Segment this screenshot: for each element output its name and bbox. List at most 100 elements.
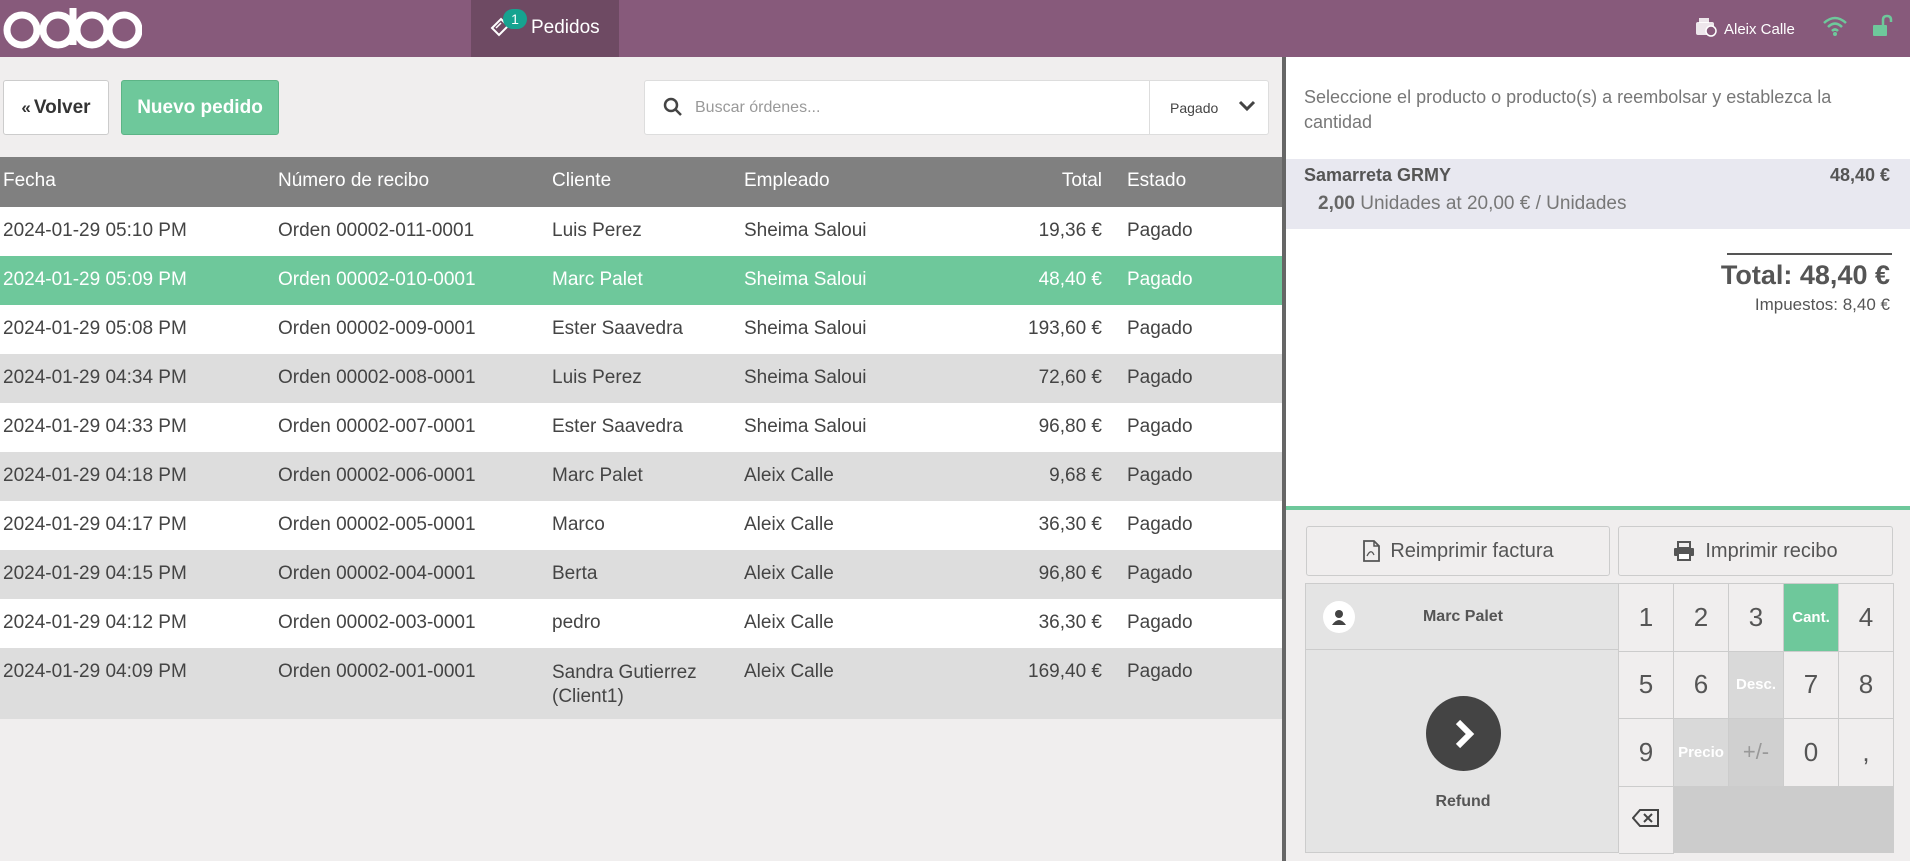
- cell-total: 48,40 €: [1038, 269, 1102, 290]
- chevron-right-icon: [1426, 696, 1501, 771]
- cell-estado: Pagado: [1127, 563, 1193, 584]
- customer-button[interactable]: Marc Palet: [1306, 584, 1620, 650]
- cell-estado: Pagado: [1127, 416, 1193, 437]
- wifi-icon[interactable]: [1822, 15, 1848, 42]
- cell-cliente: Luis Perez: [552, 367, 642, 388]
- back-button[interactable]: « Volver: [3, 80, 109, 135]
- cell-empleado: Sheima Saloui: [744, 367, 867, 388]
- cell-fecha: 2024-01-29 04:33 PM: [3, 416, 187, 437]
- cell-total: 193,60 €: [1028, 318, 1102, 339]
- cell-recibo: Orden 00002-008-0001: [278, 367, 476, 388]
- cell-cliente: Marc Palet: [552, 269, 643, 290]
- numpad-key-9[interactable]: 9: [1619, 719, 1674, 787]
- header-empleado: Empleado: [744, 170, 830, 191]
- cell-empleado: Aleix Calle: [744, 612, 834, 633]
- table-row[interactable]: 2024-01-29 04:33 PM Orden 00002-007-0001…: [0, 403, 1282, 452]
- cell-recibo: Orden 00002-006-0001: [278, 465, 476, 486]
- cell-empleado: Sheima Saloui: [744, 416, 867, 437]
- cell-empleado: Sheima Saloui: [744, 318, 867, 339]
- table-row[interactable]: 2024-01-29 04:15 PM Orden 00002-004-0001…: [0, 550, 1282, 599]
- cell-fecha: 2024-01-29 05:08 PM: [3, 318, 187, 339]
- cell-recibo: Orden 00002-011-0001: [278, 220, 475, 241]
- cell-estado: Pagado: [1127, 514, 1193, 535]
- numpad-key-2[interactable]: 2: [1674, 584, 1729, 652]
- cell-recibo: Orden 00002-001-0001: [278, 661, 476, 682]
- header-recibo: Número de recibo: [278, 170, 430, 191]
- cell-total: 9,68 €: [1049, 465, 1102, 486]
- chevron-down-icon: [1238, 99, 1256, 116]
- search-input[interactable]: [695, 93, 1115, 123]
- cell-total: 169,40 €: [1028, 661, 1102, 682]
- table-row[interactable]: 2024-01-29 05:08 PM Orden 00002-009-0001…: [0, 305, 1282, 354]
- reprint-invoice-button[interactable]: Reimprimir factura: [1306, 526, 1610, 576]
- backspace-key[interactable]: [1619, 786, 1674, 854]
- cell-recibo: Orden 00002-010-0001: [278, 269, 476, 290]
- print-receipt-button[interactable]: Imprimir recibo: [1618, 526, 1893, 576]
- table-header: Fecha Número de recibo Cliente Empleado …: [0, 157, 1282, 207]
- mode-price-button[interactable]: Precio: [1674, 719, 1729, 787]
- orderline-price: 48,40 €: [1829, 165, 1890, 185]
- cell-estado: Pagado: [1127, 465, 1193, 486]
- numpad-plus-minus[interactable]: +/-: [1729, 719, 1784, 787]
- orderline-product: Samarreta GRMY: [1304, 165, 1452, 185]
- numpad-key-4[interactable]: 4: [1839, 584, 1894, 652]
- cell-recibo: Orden 00002-007-0001: [278, 416, 476, 437]
- order-taxes: Impuestos: 8,40 €: [1754, 295, 1890, 314]
- cell-fecha: 2024-01-29 04:12 PM: [3, 612, 187, 633]
- table-row-selected[interactable]: 2024-01-29 05:09 PM Orden 00002-010-0001…: [0, 256, 1282, 305]
- refund-button[interactable]: Refund: [1306, 650, 1620, 852]
- orders-tab-label: Pedidos: [531, 17, 600, 38]
- cell-cliente: pedro: [552, 612, 601, 633]
- header-cliente: Cliente: [552, 170, 612, 191]
- table-row[interactable]: 2024-01-29 04:17 PM Orden 00002-005-0001…: [0, 501, 1282, 550]
- numpad-key-7[interactable]: 7: [1784, 651, 1839, 719]
- mode-quantity-button[interactable]: Cant.: [1784, 584, 1839, 652]
- cashier-selector[interactable]: Aleix Calle: [1694, 16, 1795, 42]
- search-icon: [663, 97, 683, 122]
- unlock-icon[interactable]: [1870, 14, 1894, 43]
- cashier-name: Aleix Calle: [1724, 20, 1795, 38]
- cell-estado: Pagado: [1127, 661, 1193, 682]
- control-panel: Reimprimir factura Imprimir recibo Marc …: [1286, 510, 1910, 861]
- cell-empleado: Aleix Calle: [744, 514, 834, 535]
- printer-icon: [1673, 541, 1695, 561]
- top-bar: 1 Pedidos Aleix Calle: [0, 0, 1910, 57]
- numpad-key-6[interactable]: 6: [1674, 651, 1729, 719]
- table-row[interactable]: 2024-01-29 04:34 PM Orden 00002-008-0001…: [0, 354, 1282, 403]
- cell-fecha: 2024-01-29 04:17 PM: [3, 514, 187, 535]
- cell-empleado: Sheima Saloui: [744, 269, 867, 290]
- cell-total: 96,80 €: [1038, 416, 1102, 437]
- cell-estado: Pagado: [1127, 318, 1193, 339]
- orders-table: Fecha Número de recibo Cliente Empleado …: [0, 157, 1282, 719]
- cell-empleado: Aleix Calle: [744, 563, 834, 584]
- cell-cliente: Sandra Gutierrez (Client1): [552, 662, 697, 707]
- customer-name: Marc Palet: [1422, 608, 1504, 625]
- refund-label: Refund: [1435, 793, 1491, 810]
- cell-estado: Pagado: [1127, 612, 1193, 633]
- new-order-button[interactable]: Nuevo pedido: [121, 80, 279, 135]
- table-row[interactable]: 2024-01-29 04:12 PM Orden 00002-003-0001…: [0, 599, 1282, 648]
- table-row[interactable]: 2024-01-29 04:09 PM Orden 00002-001-0001…: [0, 648, 1282, 719]
- cell-empleado: Sheima Saloui: [744, 220, 867, 241]
- numpad-key-1[interactable]: 1: [1619, 584, 1674, 652]
- numpad-key-8[interactable]: 8: [1839, 651, 1894, 719]
- numpad-key-comma[interactable]: ,: [1839, 719, 1894, 787]
- orders-tab[interactable]: 1 Pedidos: [471, 0, 619, 57]
- table-row[interactable]: 2024-01-29 04:18 PM Orden 00002-006-0001…: [0, 452, 1282, 501]
- numpad-key-5[interactable]: 5: [1619, 651, 1674, 719]
- cell-fecha: 2024-01-29 04:09 PM: [3, 661, 187, 682]
- table-row[interactable]: 2024-01-29 05:10 PM Orden 00002-011-0001…: [0, 207, 1282, 256]
- cell-recibo: Orden 00002-003-0001: [278, 612, 476, 633]
- cell-total: 36,30 €: [1038, 612, 1102, 633]
- mode-discount-button[interactable]: Desc.: [1729, 651, 1784, 719]
- orderline-qty: 2,00: [1318, 193, 1355, 214]
- search-bar: Pagado: [644, 80, 1269, 135]
- status-filter-dropdown[interactable]: Pagado: [1149, 81, 1269, 134]
- header-fecha: Fecha: [3, 170, 56, 191]
- orderline[interactable]: Samarreta GRMY 48,40 € 2,00 Unidades at …: [1286, 159, 1910, 229]
- numpad-key-3[interactable]: 3: [1729, 584, 1784, 652]
- orders-panel: « Volver Nuevo pedido Pagado Fecha Númer…: [0, 57, 1282, 861]
- cell-cliente: Marco: [552, 514, 605, 535]
- numpad-key-0[interactable]: 0: [1784, 719, 1839, 787]
- cell-estado: Pagado: [1127, 367, 1193, 388]
